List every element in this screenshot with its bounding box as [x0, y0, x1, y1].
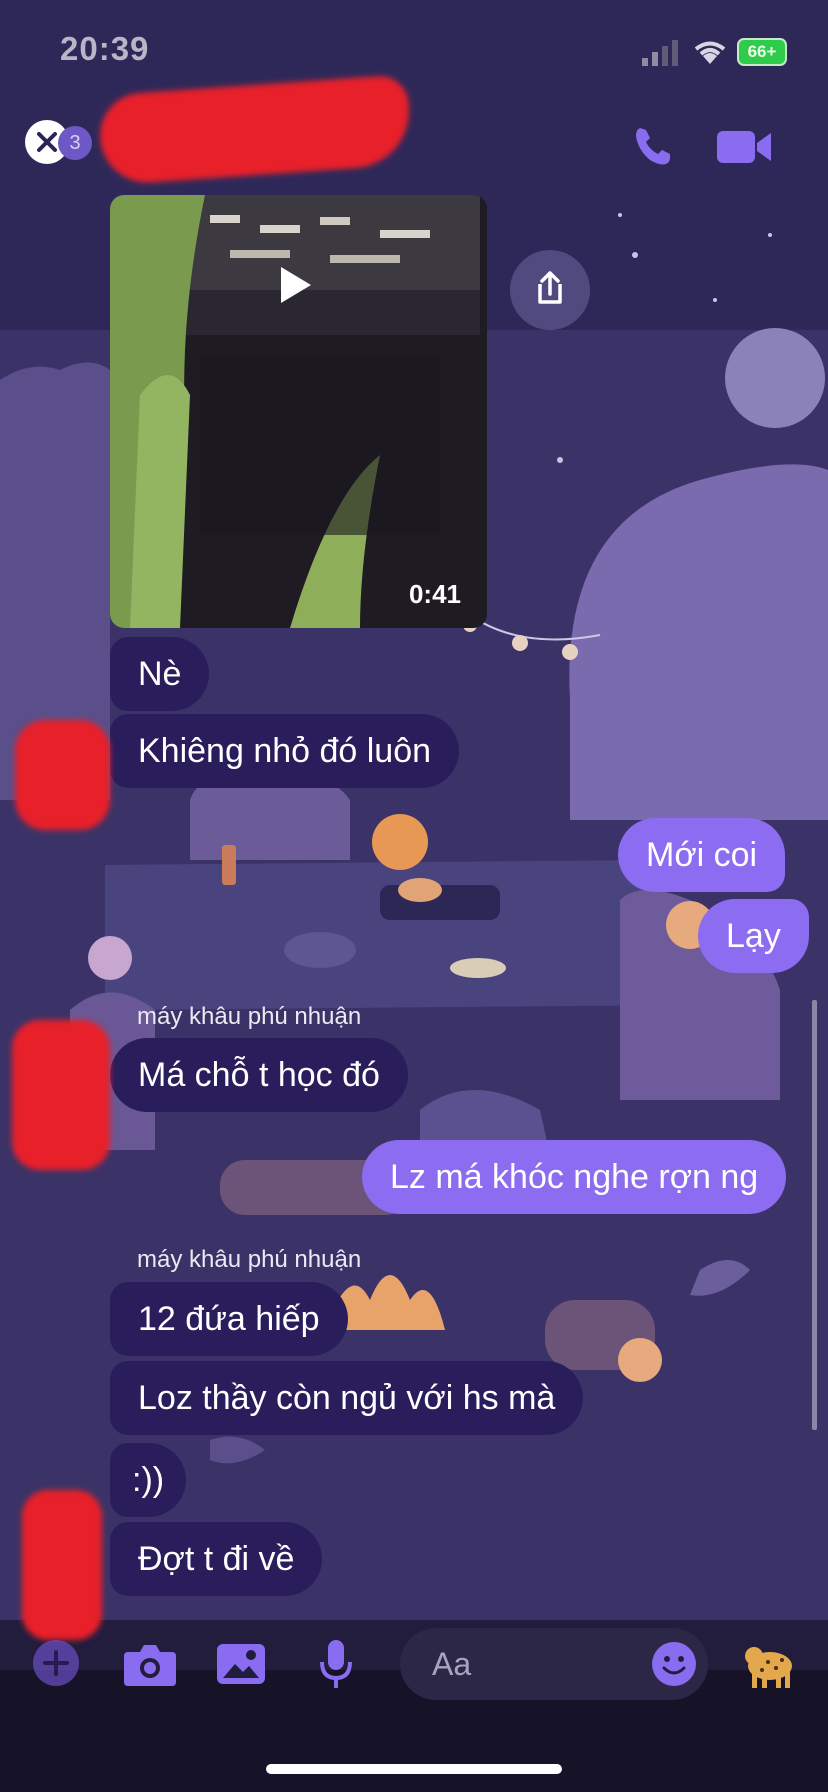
phone-call-icon[interactable]	[630, 122, 678, 170]
home-indicator[interactable]	[266, 1764, 562, 1774]
back-count: 3	[69, 132, 81, 154]
video-message[interactable]: 0:41	[110, 195, 487, 628]
message-bubble-incoming[interactable]: Loz thầy còn ngủ với hs mà	[110, 1361, 584, 1435]
video-call-icon[interactable]	[715, 125, 775, 169]
status-time: 20:39	[60, 30, 150, 67]
message-bubble-outgoing[interactable]: Lạy	[698, 899, 809, 973]
message-bubble-outgoing[interactable]: Mới coi	[618, 818, 786, 892]
message-bubble-incoming[interactable]: Nè	[110, 637, 210, 711]
share-icon	[538, 271, 562, 304]
video-duration: 0:41	[408, 579, 461, 609]
camera-icon[interactable]	[122, 1640, 178, 1688]
play-icon[interactable]	[275, 265, 315, 305]
wifi-icon	[694, 41, 726, 64]
gallery-icon[interactable]	[215, 1640, 267, 1688]
signal-icon	[642, 40, 678, 66]
message-input-placeholder: Aa	[432, 1646, 472, 1682]
sender-name: máy khâu phú nhuận	[137, 1003, 362, 1030]
sender-name: máy khâu phú nhuận	[137, 1246, 362, 1273]
microphone-icon[interactable]	[318, 1638, 354, 1690]
message-bubble-outgoing[interactable]: Lz má khóc nghe rợn ng	[362, 1140, 787, 1214]
leopard-quick-reaction-icon[interactable]	[740, 1640, 800, 1690]
redacted-avatar	[12, 1020, 110, 1170]
share-button[interactable]	[510, 250, 590, 330]
message-bubble-incoming[interactable]: Má chỗ t học đó	[110, 1038, 408, 1112]
battery-level: 66+	[747, 42, 777, 61]
add-button[interactable]	[33, 1640, 79, 1686]
message-bubble-incoming[interactable]: Đợt t đi về	[110, 1522, 323, 1596]
redacted-avatar	[22, 1490, 102, 1640]
plus-icon	[43, 1650, 69, 1676]
back-count-badge[interactable]: 3	[58, 126, 92, 160]
message-bubble-incoming[interactable]: :))	[110, 1443, 187, 1517]
message-bubble-incoming[interactable]: Khiêng nhỏ đó luôn	[110, 714, 460, 788]
message-input[interactable]: Aa	[400, 1628, 708, 1700]
message-bubble-incoming[interactable]: 12 đứa hiếp	[110, 1282, 348, 1356]
video-thumbnail	[110, 195, 487, 628]
emoji-icon[interactable]	[650, 1640, 698, 1688]
redacted-avatar	[15, 720, 110, 830]
battery-icon: 66+	[737, 38, 787, 66]
